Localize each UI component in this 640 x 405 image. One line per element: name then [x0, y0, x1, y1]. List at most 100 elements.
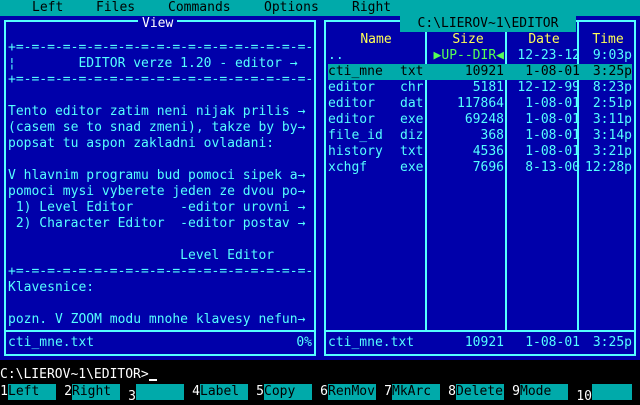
left-panel-divider [4, 330, 316, 332]
viewer-line [8, 296, 312, 312]
file-row[interactable]: history txt 4536 1-08-01 3:21p [328, 144, 632, 160]
viewer-line [8, 88, 312, 104]
fkey-number: 7 [384, 384, 392, 400]
fkey-1[interactable]: 1Left [0, 384, 64, 400]
menu-files[interactable]: Files [96, 0, 135, 16]
file-row[interactable]: cti_mne txt 10921 1-08-01 3:25p [328, 64, 632, 80]
menu-options[interactable]: Options [264, 0, 319, 16]
fkey-7[interactable]: 7MkArc [384, 384, 448, 400]
status-file-size: 10921 [464, 335, 504, 350]
status-file-name: cti_mne.txt [328, 335, 415, 350]
menu-bar: Left Files Commands Options Right [0, 0, 640, 16]
fkey-label: Delete [456, 384, 504, 400]
file-ext: dat [400, 96, 424, 111]
file-date: 12-12-99 [517, 80, 580, 95]
file-time: 3:11p [592, 112, 632, 127]
file-row[interactable]: file_id diz 368 1-08-01 3:14p [328, 128, 632, 144]
file-time: 3:21p [592, 144, 632, 159]
column-header-name[interactable]: Name [328, 32, 424, 48]
file-ext: exe [400, 160, 424, 175]
text-cursor [148, 379, 157, 381]
file-time: 12:28p [585, 160, 632, 175]
file-status-bar: cti_mne.txt 10921 1-08-01 3:25p [328, 335, 632, 351]
fkey-number: 1 [0, 384, 8, 400]
current-path: C:\LIEROV~1\EDITOR [400, 16, 576, 32]
viewer-line: 2) Character Editor -editor postav → [8, 216, 306, 231]
command-line[interactable]: C:\LIEROV~1\EDITOR> [0, 367, 640, 383]
fkey-2[interactable]: 2Right [64, 384, 128, 400]
fkey-9[interactable]: 9Mode [512, 384, 576, 400]
column-header-date[interactable]: Date [508, 32, 580, 48]
file-ext: txt [400, 144, 424, 159]
menu-commands[interactable]: Commands [168, 0, 231, 16]
fkey-4[interactable]: 4Label [192, 384, 256, 400]
column-header-size[interactable]: Size [428, 32, 508, 48]
viewer-text: +=-=-=-=-=-=-=-=-=-=-=-=-=-=-=-=-=-=-=-→… [8, 40, 312, 328]
file-row[interactable]: editor exe 69248 1-08-01 3:11p [328, 112, 632, 128]
file-name: editor [328, 96, 375, 111]
file-size: 7696 [472, 160, 504, 175]
file-row[interactable]: editor chr 5181 12-12-99 8:23p [328, 80, 632, 96]
fkey-5[interactable]: 5Copy [256, 384, 320, 400]
file-name: editor [328, 80, 375, 95]
file-name: .. [328, 48, 344, 63]
fkey-number: 3 [128, 389, 136, 405]
viewer-file-name: cti_mne.txt [8, 335, 95, 350]
fkey-number: 6 [320, 384, 328, 400]
fkey-number: 10 [576, 389, 592, 405]
file-size: 368 [480, 128, 504, 143]
viewer-line: 1) Level Editor -editor urovni → [8, 200, 306, 215]
status-file-date: 1-08-01 [525, 335, 580, 350]
file-ext: diz [400, 128, 424, 143]
file-date: 1-08-01 [525, 128, 580, 143]
file-name: editor [328, 112, 375, 127]
file-size: 5181 [472, 80, 504, 95]
viewer-line [8, 152, 312, 168]
viewer-line: pozn. V ZOOM modu mnohe klavesy nefun→ [8, 312, 306, 327]
menu-left[interactable]: Left [32, 0, 63, 16]
fkey-3[interactable]: 3 [128, 384, 192, 405]
file-ext: chr [400, 80, 424, 95]
fkey-label: Left [8, 384, 56, 400]
file-time: 3:14p [592, 128, 632, 143]
column-header-time[interactable]: Time [580, 32, 636, 48]
viewer-line: popsat tu aspon zakladni ovladani: [8, 136, 275, 151]
fkey-label: MkArc [392, 384, 440, 400]
command-prompt: C:\LIEROV~1\EDITOR> [0, 367, 149, 382]
fkey-label: RenMov [328, 384, 376, 400]
file-name: file_id [328, 128, 383, 143]
viewer-percent: 0% [296, 335, 312, 350]
file-ext: txt [400, 64, 424, 79]
file-date: 8-13-00 [525, 160, 580, 175]
viewer-status-bar: cti_mne.txt 0% [8, 335, 312, 351]
fkey-label: Copy [264, 384, 312, 400]
menu-right[interactable]: Right [352, 0, 391, 16]
file-row[interactable]: xchgf exe 7696 8-13-00 12:28p [328, 160, 632, 176]
file-row[interactable]: .. ▶UP--DIR◀ 12-23-12 9:03p [328, 48, 632, 64]
viewer-line: +=-=-=-=-=-=-=-=-=-=-=-=-=-=-=-=-=-=-=-→ [8, 264, 312, 279]
fkey-label: Label [200, 384, 248, 400]
fkey-6[interactable]: 6RenMov [320, 384, 384, 400]
file-ext: exe [400, 112, 424, 127]
fkey-number: 5 [256, 384, 264, 400]
left-panel-viewer: View +=-=-=-=-=-=-=-=-=-=-=-=-=-=-=-=-=-… [0, 16, 320, 360]
viewer-title: View [138, 16, 178, 32]
file-date: 1-08-01 [525, 96, 580, 111]
fkey-8[interactable]: 8Delete [448, 384, 512, 400]
fkey-10[interactable]: 10 [576, 384, 640, 405]
status-file-time: 3:25p [592, 335, 632, 350]
file-date: 1-08-01 [525, 144, 580, 159]
file-size: 4536 [472, 144, 504, 159]
file-name: history [328, 144, 383, 159]
file-date: 12-23-12 [517, 48, 580, 63]
file-date: 1-08-01 [525, 64, 580, 79]
fkey-number: 9 [512, 384, 520, 400]
viewer-line: Tento editor zatim neni nijak prilis → [8, 104, 306, 119]
viewer-line: pomoci mysi vyberete jeden ze dvou po→ [8, 184, 306, 199]
file-row[interactable]: editor dat 117864 1-08-01 2:51p [328, 96, 632, 112]
file-time: 3:25p [592, 64, 632, 79]
fkey-label [136, 384, 184, 400]
file-size: 10921 [464, 64, 504, 79]
viewer-line [8, 232, 312, 248]
viewer-line: V hlavnim programu bud pomoci sipek a→ [8, 168, 306, 183]
